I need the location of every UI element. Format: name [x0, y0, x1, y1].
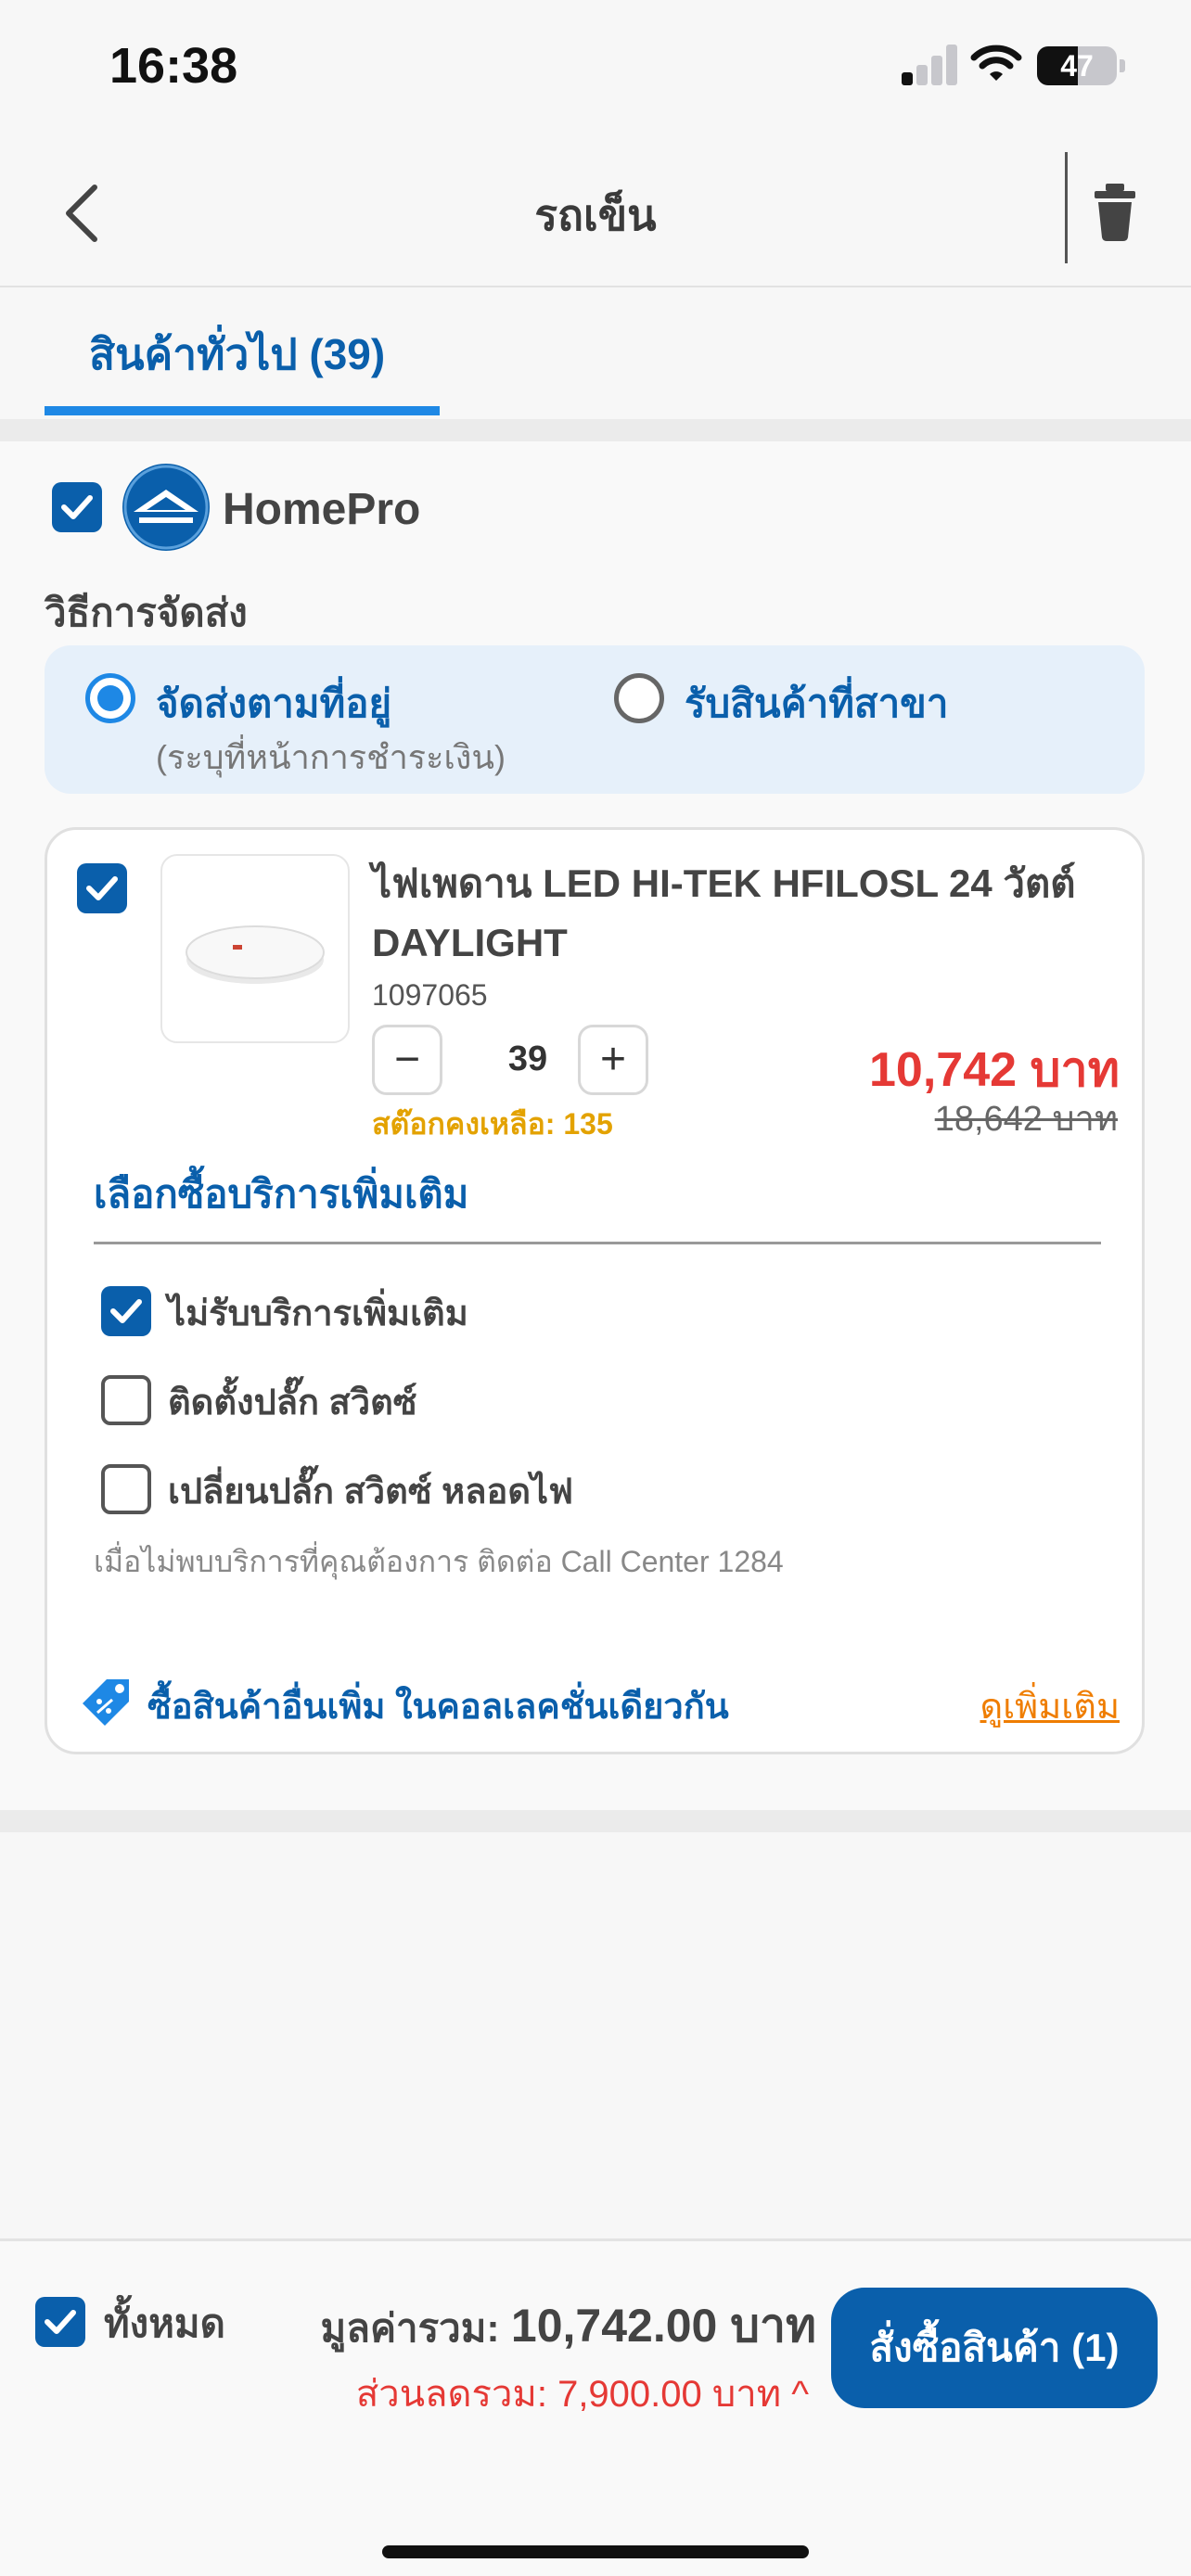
product-image[interactable]	[160, 854, 350, 1043]
total-row: มูลค่ารวม: 10,742.00 บาท	[321, 2289, 816, 2363]
product-card: ไฟเพดาน LED HI-TEK HFILOSL 24 วัตต์ DAYL…	[45, 827, 1145, 1754]
service-label-install[interactable]: ติดตั้งปลั๊ก สวิตซ์	[168, 1373, 417, 1430]
tab-label: สินค้าทั่วไป (39)	[89, 330, 386, 378]
total-label: มูลค่ารวม:	[320, 2306, 500, 2350]
radio-pickup-at-branch[interactable]	[614, 673, 664, 723]
cellular-signal-icon	[902, 45, 957, 85]
shipping-title: วิธีการจัดส่ง	[45, 591, 248, 634]
store-section: HomePro วิธีการจัดส่ง จัดส่งตามที่อยู่ (…	[0, 441, 1191, 1810]
homepro-logo	[122, 464, 210, 551]
section-divider	[0, 419, 1191, 441]
section-divider	[0, 1810, 1191, 1832]
store-name: HomePro	[223, 485, 421, 534]
services-title: เลือกซื้อบริการเพิ่มเติม	[94, 1172, 469, 1216]
select-all-checkbox[interactable]	[35, 2297, 85, 2347]
service-label-none[interactable]: ไม่รับบริการเพิ่มเติม	[168, 1284, 468, 1341]
tab-general-products[interactable]: สินค้าทั่วไป (39)	[45, 289, 440, 419]
service-checkbox-install[interactable]	[101, 1375, 151, 1425]
see-more-link[interactable]: ดูเพิ่มเติม	[980, 1677, 1120, 1734]
battery-percent: 47	[1060, 49, 1094, 83]
store-checkbox[interactable]	[52, 482, 102, 532]
product-checkbox[interactable]	[77, 863, 127, 913]
option-ship-to-address-sub: (ระบุที่หน้าการชำระเงิน)	[156, 738, 506, 776]
page-title: รถเข็น	[534, 191, 657, 239]
trash-icon[interactable]	[1089, 178, 1141, 243]
product-sku: 1097065	[372, 978, 488, 1012]
option-pickup-at-branch-label[interactable]: รับสินค้าที่สาขา	[685, 673, 948, 734]
more-in-collection-label[interactable]: ซื้อสินค้าอื่นเพิ่ม ในคอลเลคชั่นเดียวกัน	[147, 1677, 729, 1734]
product-original-price: 18,642 บาท	[934, 1100, 1118, 1139]
product-name[interactable]: ไฟเพดาน LED HI-TEK HFILOSL 24 วัตต์ DAYL…	[372, 854, 1133, 973]
total-discount[interactable]: ส่วนลดรวม: 7,900.00 บาท ^	[356, 2364, 809, 2423]
qty-increase-button[interactable]: +	[578, 1025, 648, 1095]
shipping-options: จัดส่งตามที่อยู่ (ระบุที่หน้าการชำระเงิน…	[45, 645, 1145, 794]
tab-bar: สินค้าทั่วไป (39)	[0, 289, 1191, 419]
qty-value[interactable]: 39	[491, 1039, 565, 1079]
services-note: เมื่อไม่พบบริการที่คุณต้องการ ติดต่อ Cal…	[94, 1545, 784, 1578]
empty-area	[0, 1832, 1191, 2238]
option-ship-to-address-label[interactable]: จัดส่งตามที่อยู่	[156, 673, 391, 734]
battery-icon: 47	[1037, 46, 1125, 85]
status-time: 16:38	[109, 38, 238, 94]
select-all-label[interactable]: ทั้งหมด	[104, 2293, 225, 2354]
nav-bar: รถเข็น	[0, 139, 1191, 287]
service-checkbox-replace[interactable]	[101, 1464, 151, 1514]
wifi-icon	[970, 45, 1022, 81]
nav-divider	[1065, 152, 1068, 263]
place-order-button[interactable]: สั่งซื้อสินค้า (1)	[831, 2288, 1158, 2408]
service-label-replace[interactable]: เปลี่ยนปลั๊ก สวิตซ์ หลอดไฟ	[168, 1462, 573, 1519]
status-bar: 16:38 47	[0, 0, 1191, 139]
qty-decrease-button[interactable]: −	[372, 1025, 442, 1095]
home-indicator	[382, 2545, 809, 2558]
service-checkbox-none[interactable]	[101, 1286, 151, 1336]
checkout-footer: ทั้งหมด มูลค่ารวม: 10,742.00 บาท ส่วนลดร…	[0, 2238, 1191, 2576]
total-value: 10,742.00 บาท	[510, 2300, 816, 2352]
tab-underline	[45, 406, 440, 415]
stock-remaining: สต๊อกคงเหลือ: 135	[372, 1107, 613, 1141]
radio-ship-to-address[interactable]	[85, 673, 135, 723]
services-divider	[94, 1242, 1101, 1244]
tag-discount-icon	[83, 1679, 129, 1726]
